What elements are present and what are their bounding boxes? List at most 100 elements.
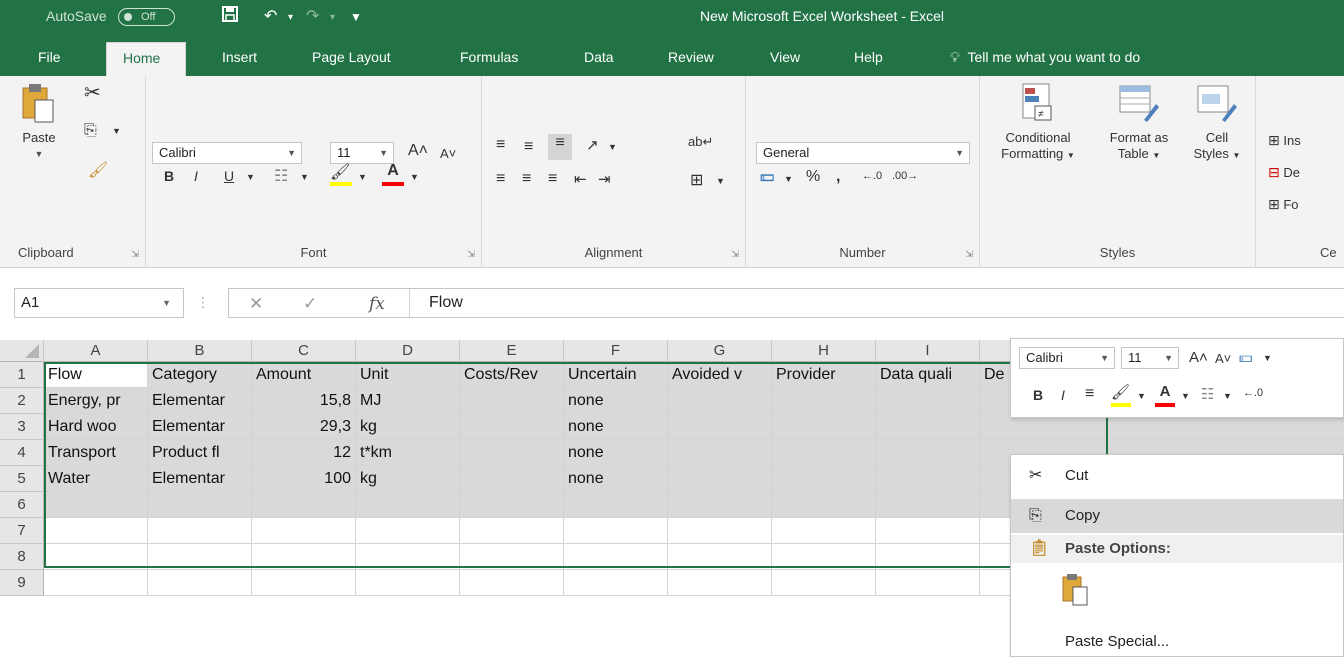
cell-f2[interactable]: none <box>564 388 668 414</box>
cell-g6[interactable] <box>668 492 772 518</box>
row-header-1[interactable]: 1 <box>0 362 44 388</box>
cell-b3[interactable]: Elementar <box>148 414 252 440</box>
cell-h6[interactable] <box>772 492 876 518</box>
cell-e9[interactable] <box>460 570 564 596</box>
cell-b8[interactable] <box>148 544 252 570</box>
cell-c3[interactable]: 29,3 <box>252 414 356 440</box>
cell-i3[interactable] <box>876 414 980 440</box>
mini-increase-decimal-icon[interactable]: ←.0 <box>1243 387 1263 399</box>
mini-borders-dropdown-icon[interactable]: ▼ <box>1223 391 1232 401</box>
mini-font-color-icon[interactable]: A <box>1155 383 1175 407</box>
mini-fill-color-icon[interactable]: 🖌︎ <box>1111 383 1131 407</box>
row-header-2[interactable]: 2 <box>0 388 44 414</box>
cell-b9[interactable] <box>148 570 252 596</box>
orientation-dropdown-icon[interactable]: ▼ <box>608 142 617 152</box>
cell-d7[interactable] <box>356 518 460 544</box>
bottom-align-icon[interactable]: ≡ <box>548 134 572 160</box>
cell-g7[interactable] <box>668 518 772 544</box>
shrink-font-icon[interactable]: A˅ <box>440 146 456 161</box>
merge-dropdown-icon[interactable]: ▼ <box>716 176 725 186</box>
bold-button[interactable]: B <box>164 168 174 184</box>
cell-c6[interactable] <box>252 492 356 518</box>
cell-a6[interactable] <box>44 492 148 518</box>
font-launcher-icon[interactable]: ⇲ <box>467 249 475 260</box>
mini-font-size-combo[interactable]: 11 ▼ <box>1121 347 1179 369</box>
font-name-combo[interactable]: Calibri ▼ <box>152 142 302 164</box>
alignment-launcher-icon[interactable]: ⇲ <box>731 249 739 260</box>
align-center-icon[interactable]: ≡ <box>522 170 531 188</box>
copy-icon[interactable]: ⎘ <box>84 122 97 140</box>
number-launcher-icon[interactable]: ⇲ <box>965 249 973 260</box>
column-header-d[interactable]: D <box>356 340 460 362</box>
cell-g8[interactable] <box>668 544 772 570</box>
cell-h8[interactable] <box>772 544 876 570</box>
cell-d4[interactable]: t*km <box>356 440 460 466</box>
cell-d6[interactable] <box>356 492 460 518</box>
column-header-a[interactable]: A <box>44 340 148 362</box>
format-painter-icon[interactable]: 🖌︎ <box>88 160 108 180</box>
customize-toolbar-icon[interactable]: ▼ <box>350 10 362 24</box>
row-header-7[interactable]: 7 <box>0 518 44 544</box>
cell-d3[interactable]: kg <box>356 414 460 440</box>
grow-font-icon[interactable]: A˄ <box>408 142 428 160</box>
tab-page-layout[interactable]: Page Layout <box>304 42 399 76</box>
font-color-icon[interactable]: A <box>382 162 404 186</box>
cell-d5[interactable]: kg <box>356 466 460 492</box>
accounting-format-icon[interactable]: 💵︎ <box>760 168 774 186</box>
cell-h5[interactable] <box>772 466 876 492</box>
increase-decimal-icon[interactable]: ←.0 <box>862 170 882 182</box>
cell-i7[interactable] <box>876 518 980 544</box>
borders-icon[interactable]: ☷ <box>274 166 288 186</box>
conditional-formatting-button[interactable]: ≠ Conditional Formatting ▼ <box>986 82 1090 164</box>
mini-italic-button[interactable]: I <box>1061 387 1065 403</box>
column-header-g[interactable]: G <box>668 340 772 362</box>
clipboard-launcher-icon[interactable]: ⇲ <box>131 249 139 260</box>
cell-h4[interactable] <box>772 440 876 466</box>
decrease-indent-icon[interactable]: ⇤ <box>574 170 587 188</box>
cell-f5[interactable]: none <box>564 466 668 492</box>
percent-button[interactable]: % <box>806 168 820 186</box>
cell-h2[interactable] <box>772 388 876 414</box>
paste-dropdown-icon[interactable]: ▼ <box>14 146 64 162</box>
cell-c5[interactable]: 100 <box>252 466 356 492</box>
tab-home[interactable]: Home <box>106 42 186 76</box>
orientation-icon[interactable]: ↗ <box>586 136 599 154</box>
cell-g5[interactable] <box>668 466 772 492</box>
cell-c2[interactable]: 15,8 <box>252 388 356 414</box>
tab-view[interactable]: View <box>762 42 808 76</box>
align-left-icon[interactable]: ≡ <box>496 170 505 188</box>
cell-e7[interactable] <box>460 518 564 544</box>
cell-a7[interactable] <box>44 518 148 544</box>
tell-me-search[interactable]: 💡︎ Tell me what you want to do <box>950 42 1140 76</box>
cell-b4[interactable]: Product fl <box>148 440 252 466</box>
row-header-5[interactable]: 5 <box>0 466 44 492</box>
cell-e5[interactable] <box>460 466 564 492</box>
cell-a2[interactable]: Energy, pr <box>44 388 148 414</box>
row-header-9[interactable]: 9 <box>0 570 44 596</box>
cell-i6[interactable] <box>876 492 980 518</box>
cell-g4[interactable] <box>668 440 772 466</box>
cell-c1[interactable]: Amount <box>252 362 356 388</box>
tab-formulas[interactable]: Formulas <box>452 42 526 76</box>
row-header-3[interactable]: 3 <box>0 414 44 440</box>
top-align-icon[interactable]: ≡ <box>496 136 505 154</box>
menu-item-paste-special[interactable]: Paste Special... <box>1011 625 1343 657</box>
cell-b5[interactable]: Elementar <box>148 466 252 492</box>
increase-indent-icon[interactable]: ⇥ <box>598 170 611 188</box>
mini-grow-font-icon[interactable]: A˄ <box>1189 349 1208 366</box>
number-format-combo[interactable]: General ▼ <box>756 142 970 164</box>
mini-bold-button[interactable]: B <box>1033 387 1043 403</box>
cell-i1[interactable]: Data quali <box>876 362 980 388</box>
column-header-c[interactable]: C <box>252 340 356 362</box>
mini-borders-icon[interactable]: ☷ <box>1201 385 1214 403</box>
column-header-e[interactable]: E <box>460 340 564 362</box>
cell-b6[interactable] <box>148 492 252 518</box>
formula-input[interactable]: ✕ ✓ fx Flow <box>228 288 1344 318</box>
cell-f3[interactable]: none <box>564 414 668 440</box>
cell-i2[interactable] <box>876 388 980 414</box>
row-header-8[interactable]: 8 <box>0 544 44 570</box>
mini-accounting-icon[interactable]: 💵︎ <box>1239 349 1253 366</box>
tab-file[interactable]: File <box>30 42 69 76</box>
cell-i8[interactable] <box>876 544 980 570</box>
format-cells-button[interactable]: ⊞ Fo <box>1268 196 1299 213</box>
